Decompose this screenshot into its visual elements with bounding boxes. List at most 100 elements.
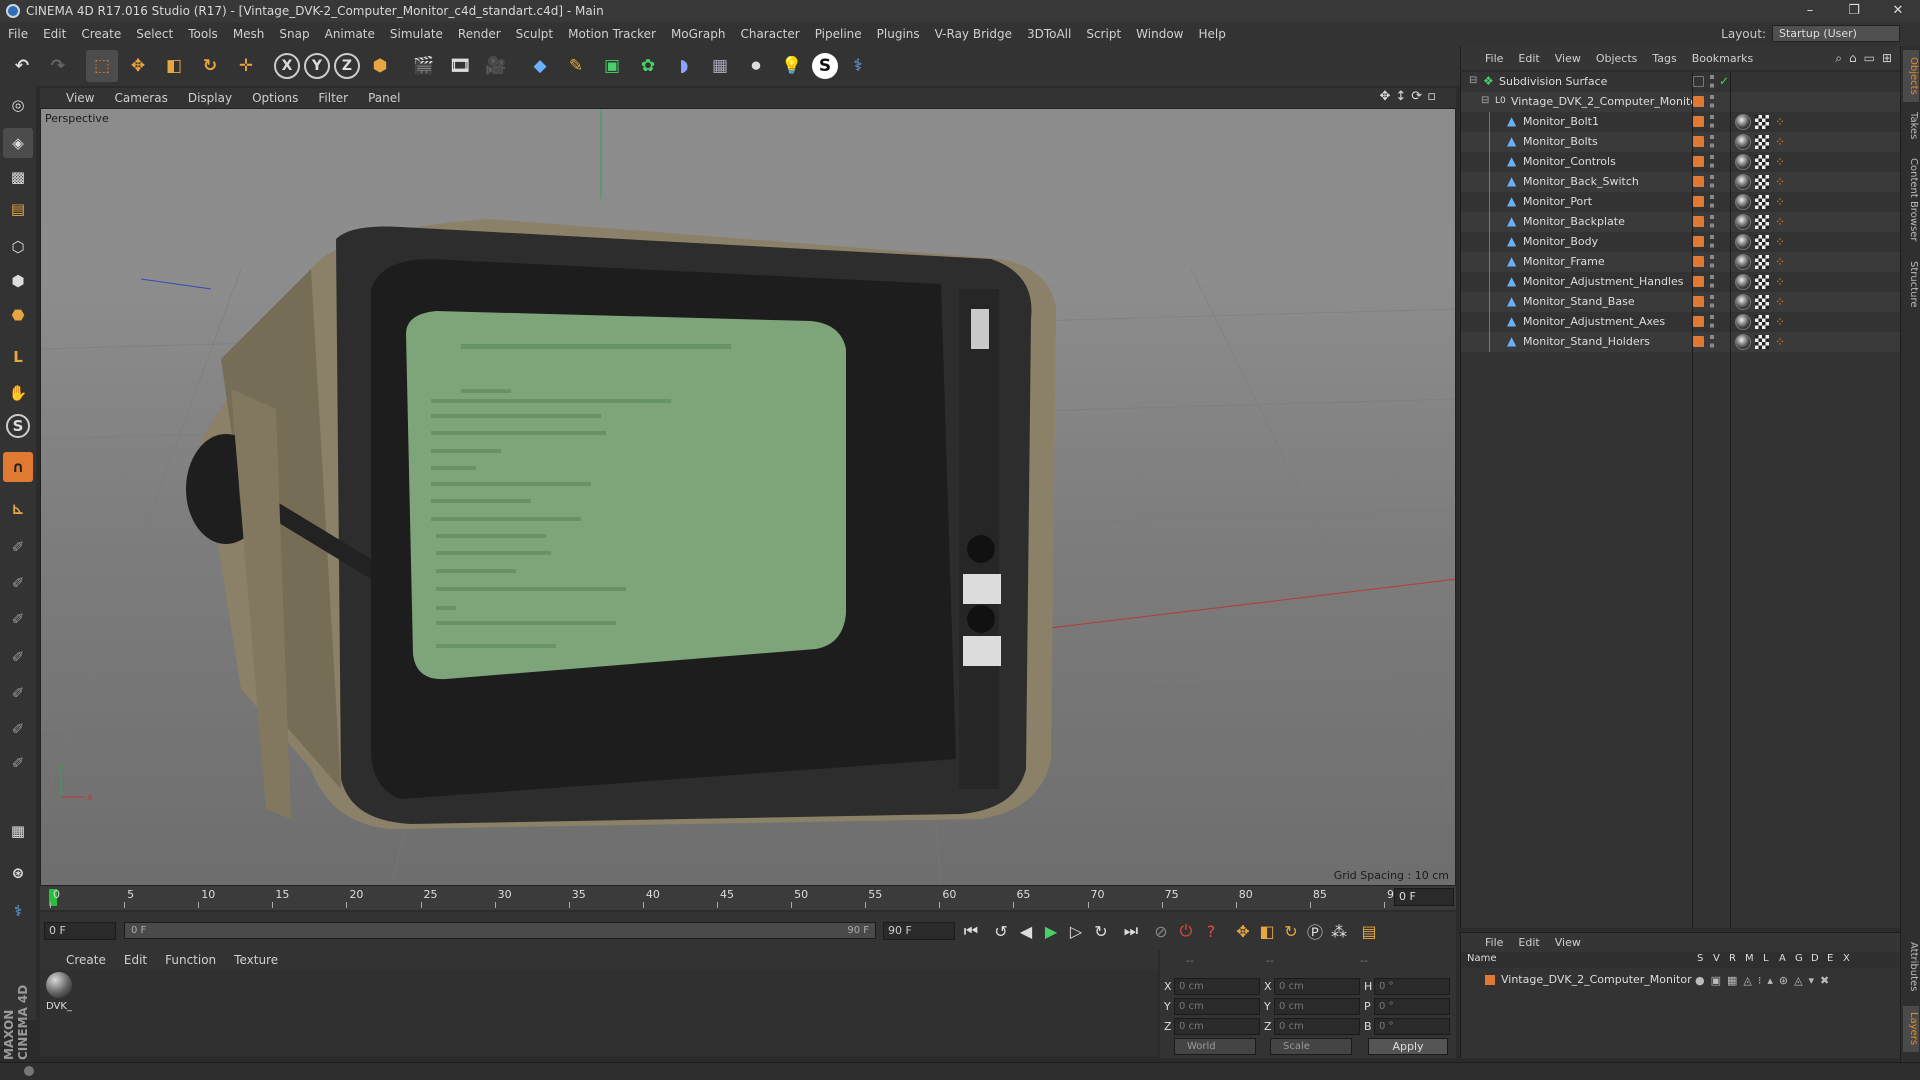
maximize-view-icon[interactable]: ▫ — [1427, 89, 1436, 104]
menu-window[interactable]: Window — [1136, 27, 1183, 41]
scale-mode-dropdown[interactable]: Scale — [1270, 1038, 1352, 1055]
axis-mode-icon[interactable]: L — [3, 342, 33, 372]
rotate-tool-icon[interactable]: ↻ — [194, 50, 226, 82]
layer-toggle-icons[interactable]: ●▣▦◬⁝▴⊛◬▾✖ — [1695, 974, 1835, 987]
menu-mesh[interactable]: Mesh — [233, 27, 265, 41]
perspective-viewport[interactable]: y x Perspective Grid Spacing : 10 cm — [40, 108, 1456, 886]
light-icon[interactable]: 💡 — [776, 50, 808, 82]
material-tag-icon[interactable] — [1735, 234, 1751, 250]
layer-menu-view[interactable]: View — [1555, 936, 1581, 949]
visibility-dots-icon[interactable] — [1710, 275, 1714, 289]
layer-color-swatch[interactable] — [1693, 216, 1704, 227]
layer-col-expressions[interactable]: E — [1827, 953, 1833, 964]
layer-color-swatch[interactable] — [1485, 975, 1495, 985]
menu-character[interactable]: Character — [740, 27, 799, 41]
menu-motion-tracker[interactable]: Motion Tracker — [568, 27, 656, 41]
uvw-tag-icon[interactable] — [1755, 155, 1769, 169]
layer-color-swatch[interactable] — [1693, 276, 1704, 287]
undo-icon[interactable]: ↶ — [6, 50, 38, 82]
material-tag-icon[interactable] — [1735, 314, 1751, 330]
layer-color-swatch[interactable] — [1693, 316, 1704, 327]
object-row[interactable]: ▲ Monitor_Port ⁘ — [1461, 192, 1901, 212]
cube-primitive-icon[interactable]: ◆ — [524, 50, 556, 82]
spline-pen-icon[interactable]: ✎ — [560, 50, 592, 82]
key-scale-icon[interactable]: ◧ — [1256, 920, 1278, 942]
object-row[interactable]: ▲ Monitor_Bolts ⁘ — [1461, 132, 1901, 152]
selection-tag-icon[interactable]: ⁘ — [1775, 336, 1785, 348]
deformer-icon[interactable]: ◗ — [668, 50, 700, 82]
object-row[interactable]: ▲ Monitor_Backplate ⁘ — [1461, 212, 1901, 232]
z-axis-lock-button[interactable]: Z — [334, 53, 360, 79]
scale-tool-icon[interactable]: ◧ — [158, 50, 190, 82]
material-tag-icon[interactable] — [1735, 134, 1751, 150]
layer-col-solo[interactable]: S — [1697, 953, 1703, 964]
menu-file[interactable]: File — [8, 27, 28, 41]
menu-sculpt[interactable]: Sculpt — [516, 27, 553, 41]
menu-mograph[interactable]: MoGraph — [671, 27, 726, 41]
object-menu-bookmarks[interactable]: Bookmarks — [1692, 52, 1753, 65]
brush-tool-1-icon[interactable]: ✐ — [3, 532, 33, 562]
floor-scene-icon[interactable]: ▦ — [704, 50, 736, 82]
menu-render[interactable]: Render — [458, 27, 501, 41]
visibility-dots-icon[interactable] — [1710, 155, 1714, 169]
uvw-tag-icon[interactable] — [1755, 275, 1769, 289]
polygons-mode-icon[interactable]: ⬣ — [3, 300, 33, 330]
menu-animate[interactable]: Animate — [325, 27, 375, 41]
visibility-dots-icon[interactable] — [1710, 135, 1714, 149]
uvw-tag-icon[interactable] — [1755, 115, 1769, 129]
selection-tag-icon[interactable]: ⁘ — [1775, 196, 1785, 208]
selection-tag-icon[interactable]: ⁘ — [1775, 256, 1785, 268]
enabled-check-icon[interactable]: ✓ — [1719, 74, 1729, 88]
visibility-dots-icon[interactable] — [1710, 315, 1714, 329]
material-swatch[interactable]: DVK_ — [44, 972, 74, 1012]
keyframe-selection-icon[interactable]: ? — [1200, 920, 1222, 942]
go-to-start-icon[interactable]: ⏮ — [960, 920, 982, 942]
brush-tool-5-icon[interactable]: ✐ — [3, 678, 33, 708]
zoom-icon[interactable]: ↕ — [1395, 89, 1406, 104]
current-frame-field[interactable]: 0 F — [1394, 888, 1454, 906]
next-key-icon[interactable]: ↻ — [1090, 920, 1112, 942]
uvw-tag-icon[interactable] — [1755, 175, 1769, 189]
camera-icon[interactable]: ⏺ — [740, 50, 772, 82]
visibility-dots-icon[interactable] — [1710, 115, 1714, 129]
material-menu-edit[interactable]: Edit — [124, 953, 147, 967]
uvw-tag-icon[interactable] — [1755, 295, 1769, 309]
mograph-cloner-icon[interactable]: ✿ — [632, 50, 664, 82]
layer-col-animation[interactable]: A — [1779, 953, 1786, 964]
layer-menu-edit[interactable]: Edit — [1518, 936, 1539, 949]
pan-icon[interactable]: ✥ — [1379, 89, 1390, 104]
material-tag-icon[interactable] — [1735, 294, 1751, 310]
timeline-ruler[interactable]: 051015202530354045505560657075808590 0 F — [40, 886, 1456, 910]
uvw-tag-icon[interactable] — [1755, 215, 1769, 229]
close-button[interactable]: ✕ — [1876, 0, 1920, 22]
viewport-menu-display[interactable]: Display — [188, 91, 232, 105]
size-y-field[interactable]: 0 cm — [1274, 998, 1360, 1015]
gravity-icon[interactable]: ⊛ — [3, 858, 33, 888]
object-menu-tags[interactable]: Tags — [1652, 52, 1676, 65]
workplane-mode-icon[interactable]: ▤ — [3, 194, 33, 224]
tab-content-browser[interactable]: Content Browser — [1903, 150, 1919, 250]
panel-menu-icon[interactable]: ⊞ — [1882, 51, 1892, 66]
object-row[interactable]: ▲ Monitor_Adjustment_Handles ⁘ — [1461, 272, 1901, 292]
x-axis-lock-button[interactable]: X — [274, 53, 300, 79]
search-icon[interactable]: ⌕ — [1835, 51, 1842, 66]
object-row[interactable]: ⊟ L0 Vintage_DVK_2_Computer_Monitor — [1461, 92, 1901, 112]
visibility-dots-icon[interactable] — [1710, 235, 1714, 249]
selection-tag-icon[interactable]: ⁘ — [1775, 136, 1785, 148]
layer-color-swatch[interactable] — [1693, 296, 1704, 307]
brush-tool-6-icon[interactable]: ✐ — [3, 714, 33, 744]
menu-help[interactable]: Help — [1198, 27, 1225, 41]
end-frame-field[interactable]: 90 F — [883, 922, 955, 940]
material-tag-icon[interactable] — [1735, 254, 1751, 270]
python-icon[interactable]: ⚕ — [842, 50, 874, 82]
uvw-tag-icon[interactable] — [1755, 135, 1769, 149]
rotation-h-field[interactable]: 0 ° — [1374, 978, 1450, 995]
object-row[interactable]: ▲ Monitor_Frame ⁘ — [1461, 252, 1901, 272]
visibility-dots-icon[interactable] — [1710, 95, 1714, 109]
object-row[interactable]: ▲ Monitor_Controls ⁘ — [1461, 152, 1901, 172]
viewport-menu-view[interactable]: View — [66, 91, 94, 105]
expand-collapse-icon[interactable]: ⊟ — [1481, 95, 1489, 106]
viewport-menu-panel[interactable]: Panel — [368, 91, 400, 105]
visibility-dots-icon[interactable] — [1710, 75, 1714, 89]
material-tag-icon[interactable] — [1735, 154, 1751, 170]
